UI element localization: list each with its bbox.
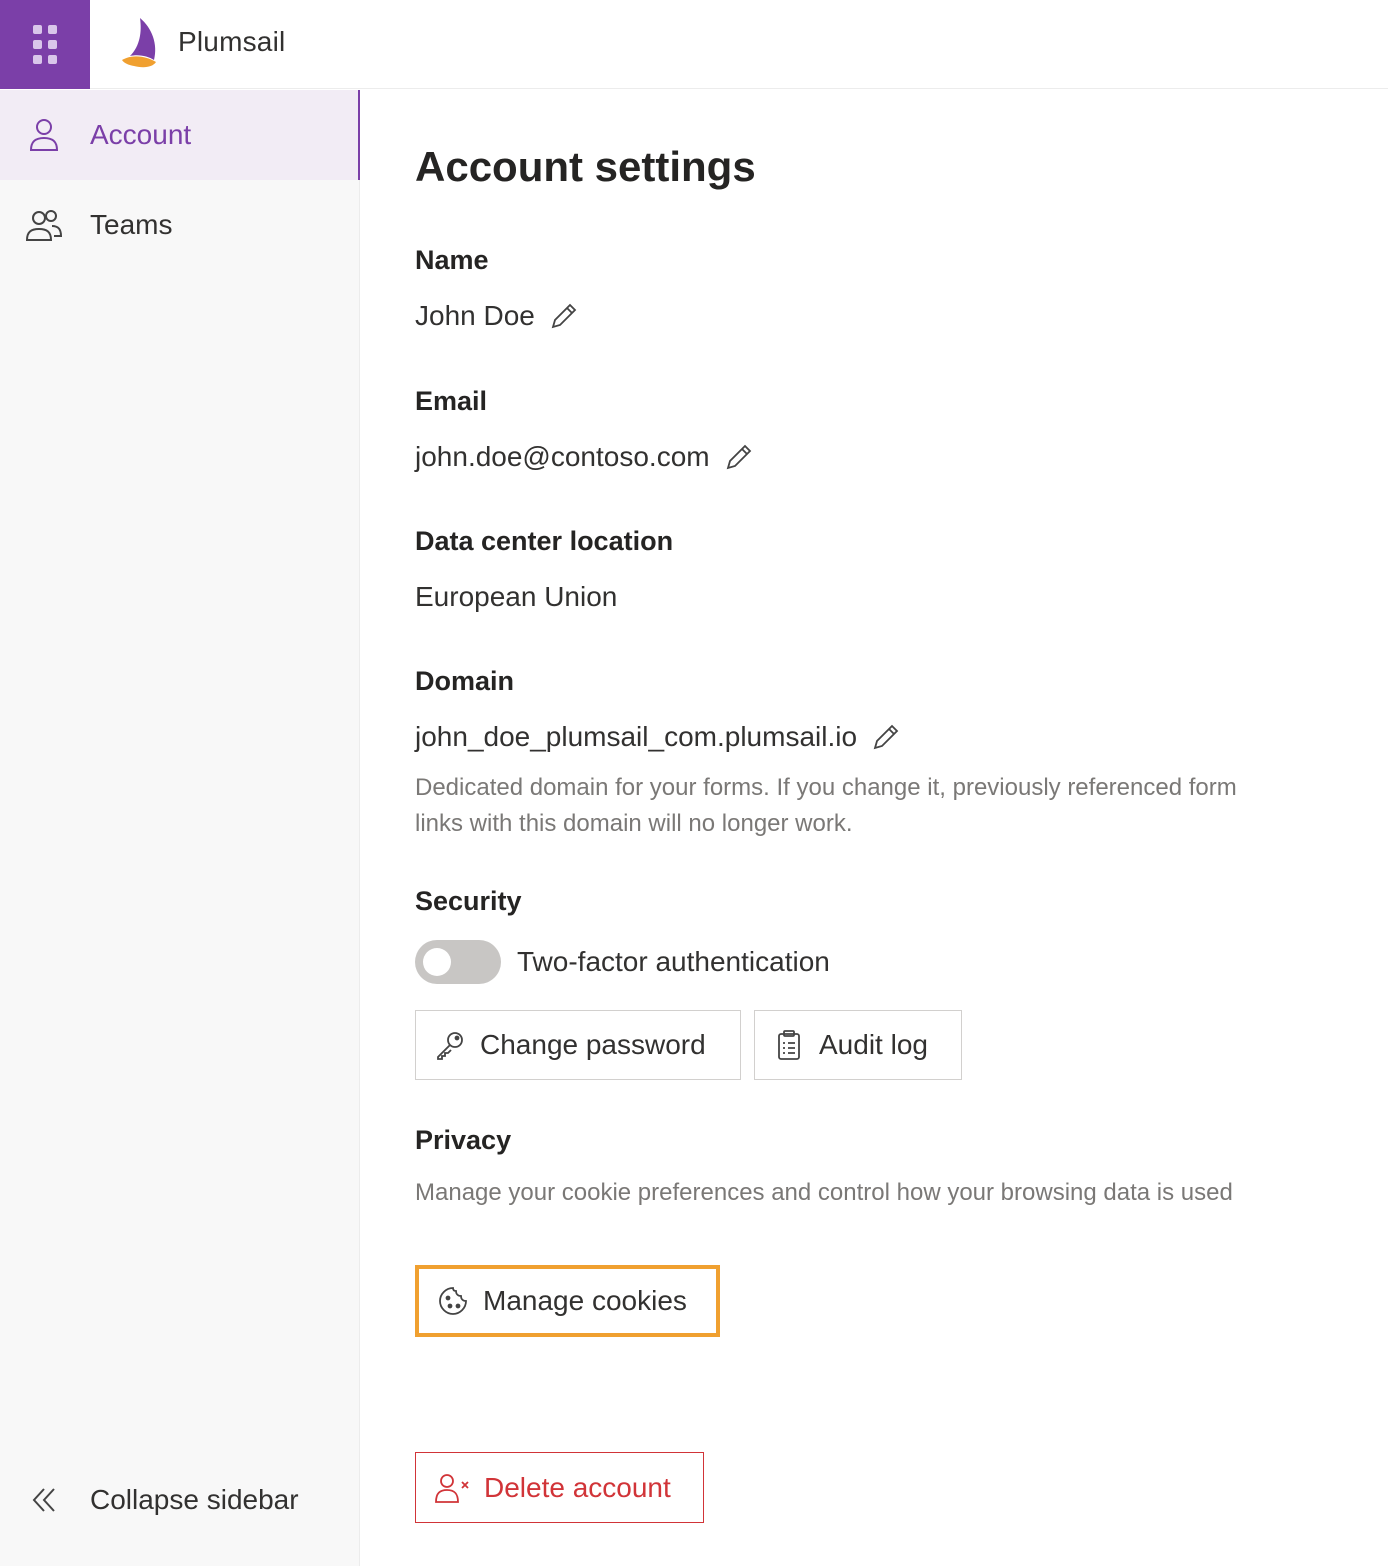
edit-domain-pencil-icon[interactable]	[871, 722, 901, 752]
delete-account-button[interactable]: Delete account	[415, 1452, 704, 1523]
audit-log-label: Audit log	[819, 1029, 928, 1060]
delete-account-label: Delete account	[484, 1471, 671, 1503]
domain-value: john_doe_plumsail_com.plumsail.io	[415, 721, 858, 752]
key-icon	[437, 1032, 463, 1060]
person-icon	[29, 119, 59, 151]
datacenter-value: European Union	[415, 581, 618, 612]
domain-label: Domain	[415, 666, 515, 696]
change-password-label: Change password	[480, 1029, 706, 1060]
two-factor-label: Two-factor authentication	[517, 946, 830, 977]
manage-cookies-button[interactable]: Manage cookies	[415, 1265, 720, 1337]
top-bar: Plumsail	[0, 0, 1388, 89]
email-value: john.doe@contoso.com	[415, 441, 710, 472]
double-chevron-left-icon	[32, 1488, 55, 1512]
brand-name: Plumsail	[178, 26, 286, 57]
clipboard-list-icon	[778, 1030, 800, 1060]
sidebar-item-account[interactable]: Account	[0, 90, 360, 180]
email-value-row: john.doe@contoso.com	[415, 441, 754, 473]
privacy-helper-text: Manage your cookie preferences and contr…	[415, 1179, 1233, 1206]
name-value-row: John Doe	[415, 300, 579, 332]
cookie-icon	[439, 1287, 467, 1315]
plumsail-logo-icon[interactable]	[118, 16, 162, 68]
security-label: Security	[415, 886, 522, 916]
two-factor-row: Two-factor authentication	[415, 940, 830, 984]
two-factor-toggle[interactable]	[415, 940, 501, 984]
sidebar-item-label: Teams	[90, 209, 173, 240]
sidebar-item-teams[interactable]: Teams	[0, 180, 360, 270]
collapse-sidebar-label: Collapse sidebar	[90, 1484, 299, 1515]
sidebar-item-label: Account	[90, 119, 192, 150]
email-label: Email	[415, 386, 488, 416]
domain-value-row: john_doe_plumsail_com.plumsail.io	[415, 721, 901, 753]
page-title: Account settings	[415, 143, 756, 190]
edit-name-pencil-icon[interactable]	[549, 301, 579, 331]
privacy-label: Privacy	[415, 1125, 512, 1155]
manage-cookies-label: Manage cookies	[483, 1285, 687, 1316]
change-password-button[interactable]: Change password	[415, 1010, 741, 1080]
collapse-sidebar-button[interactable]: Collapse sidebar	[0, 1455, 358, 1545]
app-launcher-icon	[33, 25, 57, 64]
edit-email-pencil-icon[interactable]	[724, 442, 754, 472]
person-remove-icon	[435, 1473, 469, 1503]
people-icon	[25, 210, 63, 241]
name-value: John Doe	[415, 300, 535, 331]
datacenter-label: Data center location	[415, 526, 674, 556]
sidebar: Account Teams Collapse sidebar	[0, 90, 360, 1566]
audit-log-button[interactable]: Audit log	[754, 1010, 962, 1080]
app-launcher-button[interactable]	[0, 0, 90, 89]
domain-helper-text: Dedicated domain for your forms. If you …	[415, 774, 1237, 837]
name-label: Name	[415, 245, 489, 275]
